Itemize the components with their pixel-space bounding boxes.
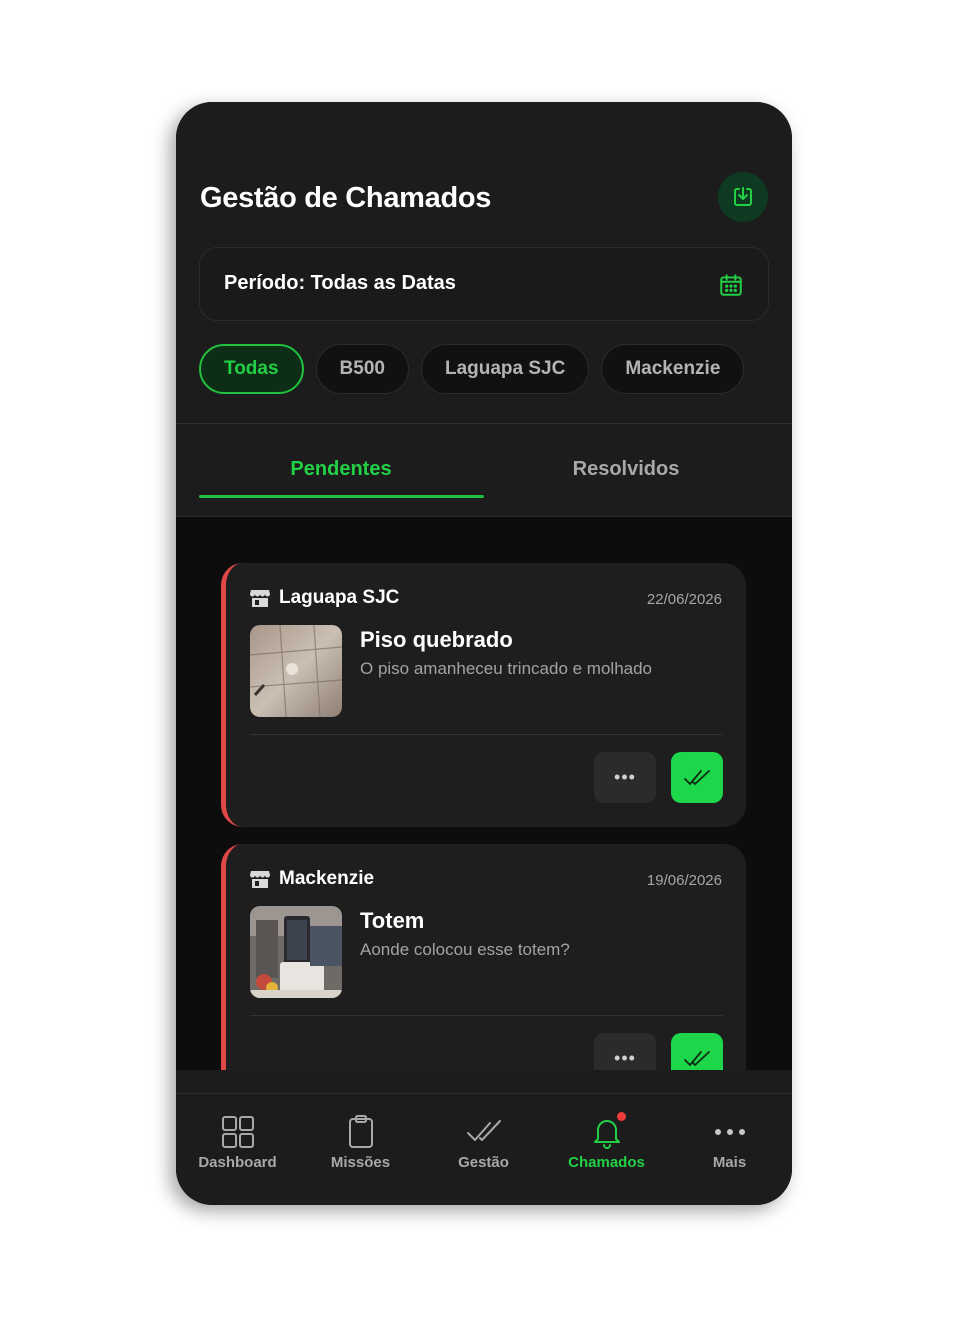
nav-mais[interactable]: Mais [668,1094,791,1205]
nav-label: Gestão [458,1154,509,1171]
more-dots-icon [714,1129,745,1135]
chip-laguapa-sjc[interactable]: Laguapa SJC [420,344,590,394]
grid-icon [221,1116,254,1148]
status-tabs: Pendentes Resolvidos [176,424,792,517]
ticket-card[interactable]: Mackenzie 19/06/2026 Totem Aonde colocou… [221,844,746,1070]
nav-gestao[interactable]: Gestão [422,1094,545,1205]
clipboard-icon [348,1115,373,1148]
notification-badge [617,1112,626,1121]
ticket-list[interactable]: Laguapa SJC 22/06/2026 Piso quebrado O p… [176,517,792,1070]
chip-b500[interactable]: B500 [315,344,409,394]
nav-dashboard[interactable]: Dashboard [176,1094,299,1205]
ticket-description: O piso amanheceu trincado e molhado [360,659,653,678]
store-name: Laguapa SJC [279,587,400,608]
store-name: Mackenzie [279,868,375,889]
nav-chamados[interactable]: Chamados [545,1094,668,1205]
resolve-button[interactable] [671,1033,723,1070]
store-icon [250,590,270,607]
store-icon [250,871,270,888]
period-label: Período: Todas as Datas [224,272,456,294]
ticket-card[interactable]: Laguapa SJC 22/06/2026 Piso quebrado O p… [221,563,746,827]
download-button[interactable] [718,172,768,222]
double-check-icon [684,769,710,785]
double-check-icon [466,1120,501,1141]
more-dots-icon: ••• [614,1048,636,1068]
ticket-title: Piso quebrado [360,627,513,652]
ticket-store: Mackenzie [250,868,374,890]
active-tab-indicator [199,495,484,498]
tab-pendentes[interactable]: Pendentes [176,458,506,481]
nav-label: Chamados [568,1154,645,1171]
nav-label: Mais [712,1154,747,1171]
ticket-title: Totem [360,908,425,933]
ticket-date: 19/06/2026 [646,872,722,889]
more-dots-icon: ••• [614,767,636,787]
app-screen: Gestão de Chamados Período: Todas as Dat… [176,102,792,1205]
chip-mackenzie[interactable]: Mackenzie [601,344,745,394]
bottom-navigation: Dashboard Missões Gestão Chamados Mais [176,1093,792,1205]
divider [250,734,723,735]
more-options-button[interactable]: ••• [594,1033,656,1070]
ticket-description: Aonde colocou esse totem? [360,940,570,959]
resolve-button[interactable] [671,752,723,803]
header: Gestão de Chamados Período: Todas as Dat… [176,102,792,424]
chip-todas[interactable]: Todas [199,344,304,394]
ticket-store: Laguapa SJC [250,587,399,609]
ticket-photo[interactable] [250,906,342,998]
ticket-photo[interactable] [250,625,342,717]
more-options-button[interactable]: ••• [594,752,656,803]
nav-missoes[interactable]: Missões [299,1094,422,1205]
page-title: Gestão de Chamados [200,182,492,214]
tab-resolvidos[interactable]: Resolvidos [484,458,768,481]
double-check-icon [684,1050,710,1066]
store-filter-chips: Todas B500 Laguapa SJC Mackenzie [199,344,745,394]
divider [250,1015,723,1016]
calendar-icon [720,274,742,296]
ticket-date: 22/06/2026 [646,591,722,608]
nav-label: Missões [330,1154,391,1171]
period-selector[interactable]: Período: Todas as Datas [199,247,769,321]
download-icon [734,187,752,206]
nav-label: Dashboard [198,1154,277,1171]
